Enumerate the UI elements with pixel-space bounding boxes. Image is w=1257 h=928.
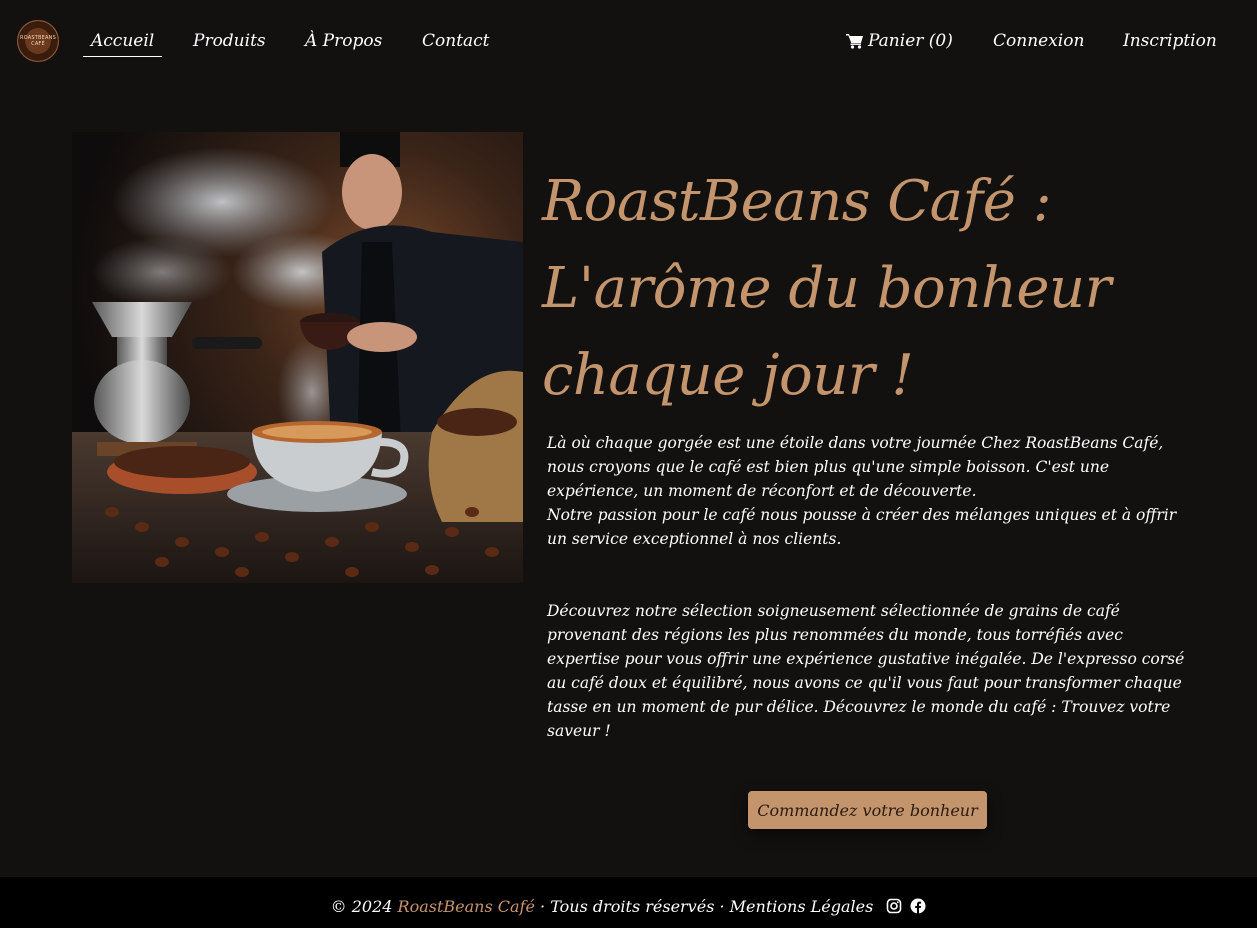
instagram-icon[interactable] — [886, 898, 902, 914]
hero-title-line-2: L'arôme du bonheur — [542, 256, 1111, 321]
nav-item-accueil[interactable]: Accueil — [82, 28, 163, 57]
hero-intro: Là où chaque gorgée est une étoile dans … — [547, 431, 1197, 551]
footer-brand: RoastBeans Café — [397, 897, 535, 916]
hero-title-line-1: RoastBeans Café : — [542, 169, 1052, 234]
hero-coffee-image — [72, 132, 523, 583]
order-button[interactable]: Commandez votre bonheur — [748, 791, 987, 829]
top-navigation: ROASTBEANS CAFÉ Accueil Produits À Propo… — [0, 0, 1257, 82]
intro-paragraph-2: Notre passion pour le café nous pousse à… — [547, 506, 1177, 548]
footer-legal-link[interactable]: · Mentions Légales — [720, 897, 874, 916]
nav-cart-link[interactable]: Panier (0) — [846, 28, 953, 54]
nav-item-contact[interactable]: Contact — [422, 28, 490, 54]
footer-rights: · Tous droits réservés — [540, 897, 715, 916]
logo-text: ROASTBEANS CAFÉ — [20, 35, 56, 47]
cart-label: Panier (0) — [868, 31, 953, 51]
hero-title: RoastBeans Café : L'arôme du bonheur cha… — [542, 158, 1182, 419]
footer-copyright: © 2024 — [330, 897, 393, 916]
intro-paragraph-1: Là où chaque gorgée est une étoile dans … — [547, 434, 1164, 500]
hero-title-line-3: chaque jour ! — [542, 343, 914, 408]
brand-logo[interactable]: ROASTBEANS CAFÉ — [17, 20, 59, 62]
selection-paragraph: Découvrez notre sélection soigneusement … — [547, 602, 1185, 740]
shopping-cart-icon — [846, 33, 863, 49]
nav-signup-link[interactable]: Inscription — [1123, 28, 1217, 54]
nav-item-a-propos[interactable]: À Propos — [305, 28, 382, 54]
nav-login-link[interactable]: Connexion — [993, 28, 1084, 54]
footer: © 2024 RoastBeans Café · Tous droits rés… — [0, 877, 1257, 928]
footer-line: © 2024 RoastBeans Café · Tous droits rés… — [0, 897, 1257, 916]
nav-item-produits[interactable]: Produits — [193, 28, 266, 54]
facebook-icon[interactable] — [910, 898, 926, 914]
